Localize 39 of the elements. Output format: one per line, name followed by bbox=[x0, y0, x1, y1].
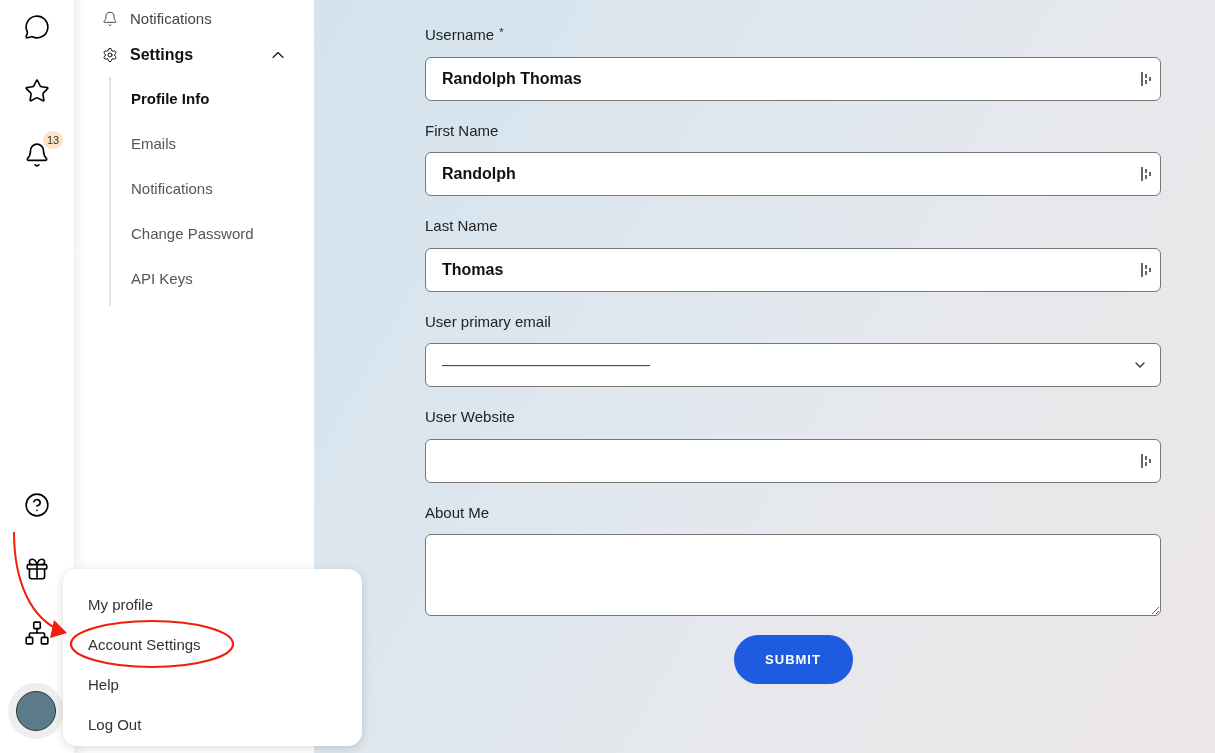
bell-icon bbox=[102, 11, 118, 27]
nav-subitem[interactable]: Notifications bbox=[131, 167, 213, 212]
avatar-photo-placeholder bbox=[16, 691, 56, 731]
field-label: Last Name bbox=[425, 216, 498, 236]
menu-item[interactable]: Help bbox=[88, 673, 119, 697]
help-icon bbox=[24, 492, 50, 518]
password-manager-icon[interactable] bbox=[1141, 453, 1151, 468]
text-field[interactable] bbox=[425, 438, 1161, 483]
nav-subitem[interactable]: API Keys bbox=[131, 257, 193, 302]
avatar[interactable] bbox=[8, 683, 64, 739]
notification-count: 13 bbox=[43, 131, 64, 149]
field-label: User primary email bbox=[425, 311, 551, 332]
text-field[interactable]: Randolph bbox=[425, 152, 1161, 196]
field-label: First Name bbox=[425, 120, 499, 141]
boxes-icon bbox=[24, 620, 50, 646]
field-label: Username bbox=[425, 25, 495, 45]
field-label: About Me bbox=[425, 502, 490, 523]
submit-button[interactable]: SUBMIT bbox=[733, 635, 853, 684]
field-label: User Website bbox=[425, 407, 515, 427]
password-manager-icon[interactable] bbox=[1141, 71, 1151, 86]
menu-item[interactable]: My profile bbox=[88, 593, 154, 617]
text-field[interactable]: Thomas bbox=[425, 247, 1161, 292]
bell-icon bbox=[24, 142, 50, 168]
chat-icon bbox=[24, 14, 50, 40]
text-field[interactable]: Randolph Thomas bbox=[425, 56, 1161, 101]
email-dropdown[interactable]: ————————————— bbox=[425, 343, 1161, 387]
star-icon bbox=[24, 78, 50, 104]
gear-icon bbox=[102, 47, 118, 63]
nav-item[interactable]: Notifications bbox=[102, 0, 212, 38]
gift-icon bbox=[24, 556, 50, 582]
password-manager-icon[interactable] bbox=[1141, 167, 1151, 181]
settings-section-header[interactable]: Settings bbox=[102, 43, 288, 67]
nav-subitem[interactable]: Emails bbox=[131, 122, 176, 167]
required-mark: * bbox=[499, 25, 504, 40]
menu-item[interactable]: Log Out bbox=[88, 713, 142, 737]
password-manager-icon[interactable] bbox=[1141, 262, 1151, 277]
nav-subitem[interactable]: Change Password bbox=[131, 212, 254, 257]
about-me-textarea[interactable] bbox=[425, 534, 1161, 616]
nav-subitem[interactable]: Profile Info bbox=[131, 77, 210, 122]
